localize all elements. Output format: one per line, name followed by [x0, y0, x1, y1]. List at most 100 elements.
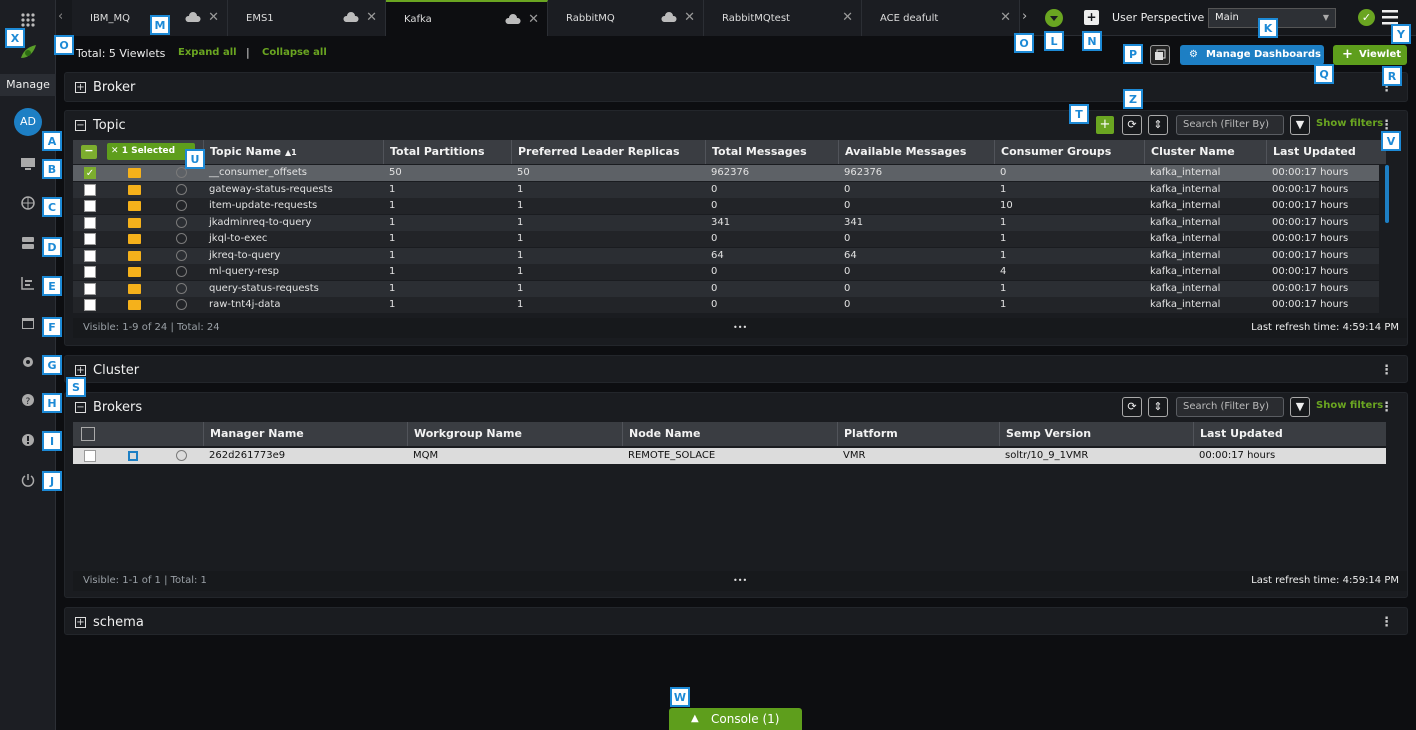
column-header[interactable]: Preferred Leader Replicas [511, 140, 705, 164]
column-header[interactable]: Last Updated [1266, 140, 1386, 164]
column-header[interactable]: Available Messages [838, 140, 994, 164]
table-row[interactable]: jkadminreq-to-query 1 1 341 341 1 kafka_intern… [73, 214, 1379, 231]
clear-selection-icon[interactable]: ✕ [111, 146, 122, 156]
refresh-button[interactable]: ⟳ [1122, 115, 1142, 135]
collapse-icon[interactable]: − [75, 120, 86, 131]
close-icon[interactable]: ✕ [1000, 10, 1011, 25]
expand-icon[interactable]: + [75, 617, 86, 628]
chart-icon[interactable] [18, 273, 38, 293]
tab-scroll-right-icon[interactable]: › [1022, 9, 1027, 24]
apps-grid-icon[interactable] [18, 10, 38, 30]
clock-icon[interactable] [176, 216, 187, 228]
clock-icon[interactable] [176, 282, 187, 294]
power-icon[interactable] [18, 470, 38, 490]
column-header[interactable]: Cluster Name [1144, 140, 1266, 164]
tab-ems1[interactable]: EMS1 ✕ [228, 0, 386, 36]
tab-scroll-left-icon[interactable]: ‹ [58, 9, 63, 24]
clock-icon[interactable] [176, 249, 187, 261]
column-header[interactable]: Semp Version [999, 422, 1193, 446]
show-filters-link[interactable]: Show filters [1316, 118, 1383, 129]
clock-icon[interactable] [176, 183, 187, 195]
table-row[interactable]: ✓ __consumer_offsets 50 50 962376 962376 0 kafk… [73, 165, 1379, 181]
table-scrollbar[interactable] [1385, 165, 1389, 223]
more-icon[interactable]: ••• [733, 571, 747, 591]
row-checkbox[interactable] [84, 299, 96, 311]
gear-icon[interactable] [18, 352, 38, 372]
row-checkbox[interactable] [84, 282, 96, 295]
refresh-button[interactable]: ⟳ [1122, 397, 1142, 417]
table-row[interactable]: jkql-to-exec 1 1 0 0 1 kafka_internal 00:00:17 … [73, 231, 1379, 247]
add-topic-button[interactable]: + [1096, 116, 1114, 134]
row-checkbox[interactable] [84, 249, 96, 262]
clock-icon[interactable] [176, 299, 187, 310]
hamburger-menu-icon[interactable] [1382, 9, 1400, 25]
row-checkbox[interactable] [84, 266, 96, 278]
expand-all-link[interactable]: Expand all [178, 47, 237, 58]
kebab-menu-icon[interactable]: ⋮ [1380, 400, 1393, 415]
server-icon[interactable] [18, 233, 38, 253]
column-header[interactable]: Total Messages [705, 140, 838, 164]
clock-icon[interactable] [176, 200, 187, 211]
clock-icon[interactable] [176, 266, 187, 277]
kebab-menu-icon[interactable]: ⋮ [1380, 363, 1393, 378]
table-row[interactable]: item-update-requests 1 1 0 0 10 kafka_internal… [73, 198, 1379, 214]
sort-button[interactable]: ⇕ [1148, 115, 1168, 135]
close-icon[interactable]: ✕ [684, 10, 695, 25]
column-header[interactable]: Platform [837, 422, 999, 446]
table-row[interactable]: raw-tnt4j-data 1 1 0 0 1 kafka_internal 00:00:1… [73, 297, 1379, 313]
table-row[interactable]: query-status-requests 1 1 0 0 1 kafka_internal… [73, 280, 1379, 297]
column-header[interactable]: Manager Name [203, 422, 407, 446]
column-header[interactable]: Last Updated [1193, 422, 1386, 446]
column-header[interactable]: Topic Name ▲1 [203, 140, 383, 164]
select-all-checkbox[interactable] [81, 427, 95, 441]
row-checkbox[interactable] [84, 200, 96, 212]
copy-dashboard-button[interactable] [1150, 45, 1170, 65]
add-tab-icon[interactable]: + [1084, 10, 1099, 25]
globe-icon[interactable] [18, 193, 38, 213]
row-checkbox[interactable]: ✓ [84, 167, 96, 179]
selected-badge[interactable]: ✕ 1 Selected [107, 143, 195, 160]
tab-rabbitmqtest[interactable]: RabbitMQtest ✕ [704, 0, 862, 36]
expand-icon[interactable]: + [75, 365, 86, 376]
avatar[interactable]: AD [14, 108, 42, 136]
close-icon[interactable]: ✕ [528, 12, 539, 27]
clock-icon[interactable] [176, 233, 187, 244]
console-toggle-button[interactable]: ▲ Console (1) [669, 708, 802, 730]
row-checkbox[interactable] [84, 216, 96, 229]
kebab-menu-icon[interactable]: ⋮ [1380, 615, 1393, 630]
table-row[interactable]: ml-query-resp 1 1 0 0 4 kafka_internal 00:00:17… [73, 264, 1379, 280]
manage-label[interactable]: Manage [0, 74, 56, 96]
collapse-all-link[interactable]: Collapse all [262, 47, 327, 58]
table-row[interactable]: gateway-status-requests 1 1 0 0 1 kafka_intern… [73, 181, 1379, 198]
row-checkbox[interactable] [84, 450, 96, 462]
show-filters-link[interactable]: Show filters [1316, 400, 1383, 411]
monitor-icon[interactable] [18, 154, 38, 174]
clock-icon[interactable] [176, 450, 187, 461]
collapse-icon[interactable]: − [75, 402, 86, 413]
calendar-icon[interactable] [18, 313, 38, 333]
info-icon[interactable] [18, 430, 38, 450]
column-header[interactable]: Total Partitions [383, 140, 511, 164]
close-icon[interactable]: ✕ [842, 10, 853, 25]
close-icon[interactable]: ✕ [366, 10, 377, 25]
close-icon[interactable]: ✕ [208, 10, 219, 25]
topic-search-input[interactable]: Search (Filter By) [1176, 115, 1284, 135]
tab-ace-default[interactable]: ACE deafult ✕ [862, 0, 1020, 36]
filter-button[interactable]: ▼ [1290, 115, 1310, 135]
more-icon[interactable]: ••• [733, 318, 747, 338]
add-viewlet-button[interactable]: + Viewlet [1333, 45, 1407, 65]
column-header[interactable]: Consumer Groups [994, 140, 1144, 164]
table-row[interactable]: 262d261773e9 MQM REMOTE_SOLACE VMR soltr/10_… [73, 448, 1386, 464]
filter-button[interactable]: ▼ [1290, 397, 1310, 417]
column-header[interactable]: Node Name [622, 422, 837, 446]
table-row[interactable]: jkreq-to-query 1 1 64 64 1 kafka_internal 00:00… [73, 247, 1379, 264]
tab-kafka[interactable]: Kafka ✕ [386, 0, 548, 36]
tab-menu-dropdown-icon[interactable] [1045, 9, 1063, 27]
tab-rabbitmq[interactable]: RabbitMQ ✕ [548, 0, 704, 36]
select-all-checkbox[interactable]: − [81, 145, 97, 159]
row-checkbox[interactable] [84, 183, 96, 196]
row-checkbox[interactable] [84, 233, 96, 245]
expand-icon[interactable]: + [75, 82, 86, 93]
help-icon[interactable]: ? [18, 390, 38, 410]
manage-dashboards-button[interactable]: ⚙ Manage Dashboards [1180, 45, 1324, 65]
